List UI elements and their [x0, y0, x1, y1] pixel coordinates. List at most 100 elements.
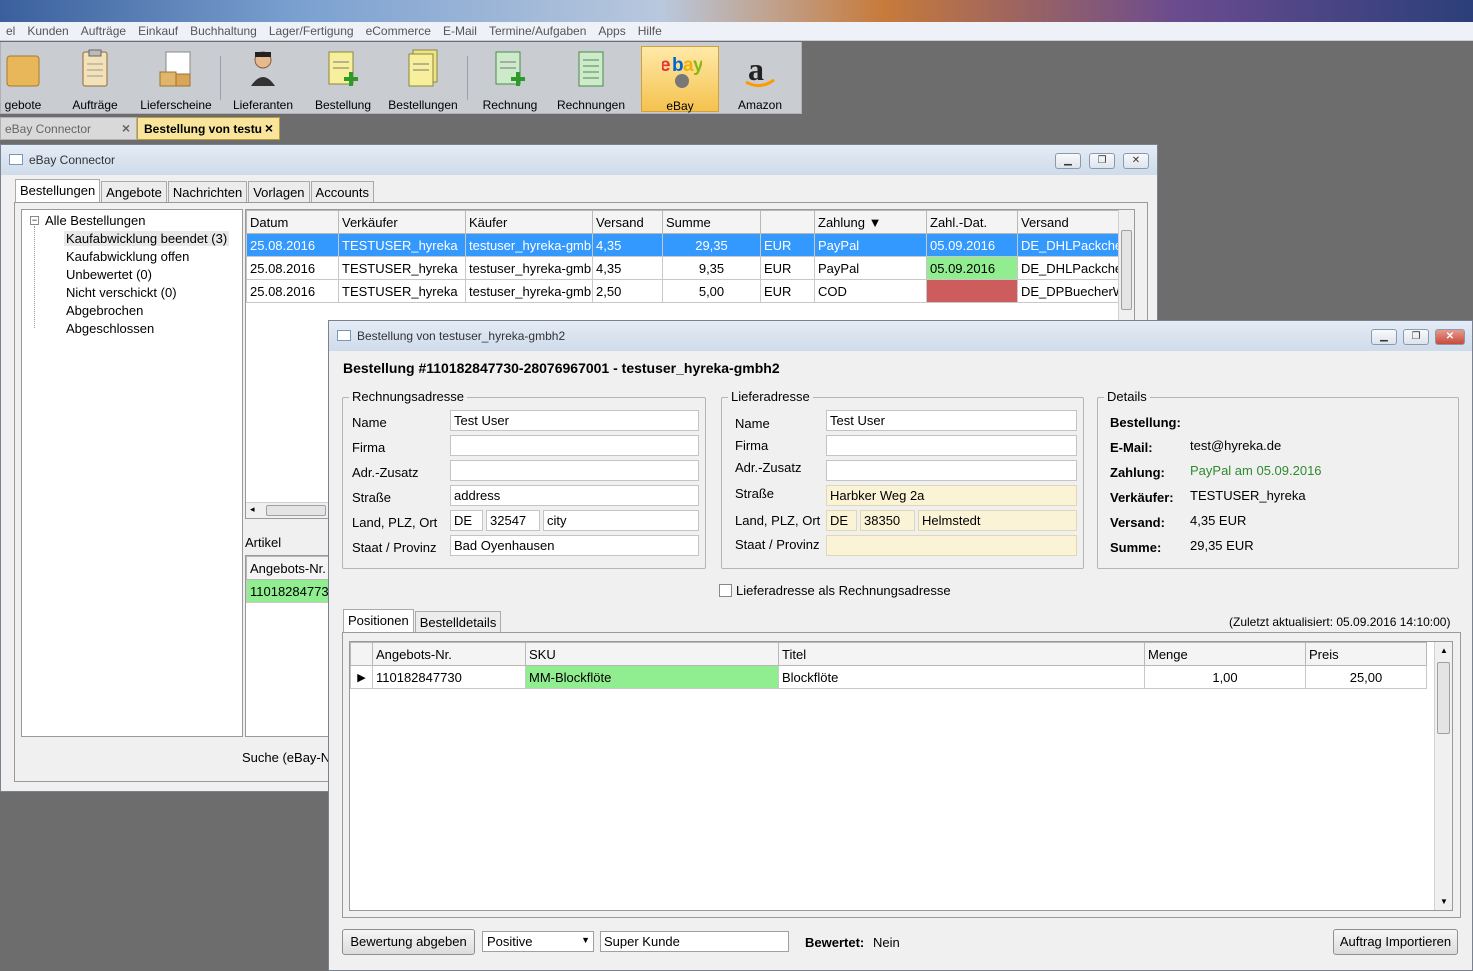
shipping-strasse-field[interactable]: Harbker Weg 2a — [826, 485, 1077, 506]
order-filter-tree: − Alle Bestellungen Kaufabwicklung beend… — [21, 209, 243, 737]
tree-root[interactable]: Alle Bestellungen — [45, 213, 145, 228]
table-row[interactable]: ▶ 110182847730 MM-Blockflöte Blockflöte … — [350, 665, 1427, 689]
col-sku[interactable]: SKU — [525, 642, 779, 666]
shipping-staat-label: Staat / Provinz — [735, 537, 820, 552]
billing-firma-field[interactable] — [450, 435, 699, 456]
tree-item-nicht-verschickt[interactable]: Nicht verschickt (0) — [66, 285, 177, 300]
toolbar-amazon-button[interactable]: a Amazon — [720, 46, 800, 112]
rating-comment-input[interactable]: Super Kunde — [600, 931, 789, 952]
billing-name-label: Name — [352, 415, 387, 430]
doc-tab-label: eBay Connector — [5, 122, 92, 136]
col-datum[interactable]: Datum — [246, 210, 339, 234]
cell-versandart: DE_DHLPackchen — [1017, 233, 1127, 257]
clipboard-icon — [82, 49, 108, 87]
menu-item-auftraege[interactable]: Aufträge — [75, 22, 132, 40]
billing-plz-field[interactable]: 32547 — [486, 510, 540, 531]
rating-select[interactable]: Positive ▼ — [482, 931, 594, 952]
cell-sku: MM-Blockflöte — [525, 665, 779, 689]
toolbar-bestellung-button[interactable]: Bestellung — [303, 46, 383, 112]
col-preis[interactable]: Preis — [1305, 642, 1427, 666]
shipping-land-field[interactable]: DE — [826, 510, 857, 531]
menu-item-lager[interactable]: Lager/Fertigung — [263, 22, 360, 40]
cell-angebots-nr: 110182847730 — [372, 665, 526, 689]
menu-item-email[interactable]: E-Mail — [437, 22, 483, 40]
menu-item-partial[interactable]: el — [0, 22, 21, 40]
toolbar-lieferanten-button[interactable]: Lieferanten — [223, 46, 303, 112]
close-icon[interactable]: ✕ — [1123, 153, 1149, 169]
collapse-icon[interactable]: − — [30, 216, 39, 225]
window-titlebar: eBay Connector ▁ ❐ ✕ — [1, 145, 1157, 175]
menu-item-kunden[interactable]: Kunden — [21, 22, 74, 40]
tree-item-offen[interactable]: Kaufabwicklung offen — [66, 249, 189, 264]
maximize-icon[interactable]: ❐ — [1403, 329, 1429, 345]
col-versand[interactable]: Versand — [592, 210, 663, 234]
billing-land-field[interactable]: DE — [450, 510, 483, 531]
col-zahlung[interactable]: Zahlung ▼ — [814, 210, 927, 234]
col-kaeufer[interactable]: Käufer — [465, 210, 593, 234]
menu-item-termine[interactable]: Termine/Aufgaben — [483, 22, 592, 40]
col-versandart[interactable]: Versand — [1017, 210, 1127, 234]
cell-summe: 9,35 — [662, 256, 761, 280]
positions-vscroll[interactable]: ▲ ▼ — [1434, 642, 1452, 910]
billing-staat-field[interactable]: Bad Oyenhausen — [450, 535, 699, 556]
toolbar-lieferscheine-button[interactable]: Lieferscheine — [136, 46, 216, 112]
tree-item-beendet[interactable]: Kaufabwicklung beendet (3) — [64, 231, 230, 246]
menu-item-buchhaltung[interactable]: Buchhaltung — [184, 22, 263, 40]
doc-tab-ebay-connector[interactable]: eBay Connector × — [0, 117, 137, 140]
rate-button[interactable]: Bewertung abgeben — [342, 929, 475, 955]
table-row[interactable]: 25.08.2016 TESTUSER_hyreka testuser_hyre… — [246, 256, 1127, 280]
close-icon[interactable]: × — [265, 120, 273, 136]
col-angebots-nr[interactable]: Angebots-Nr. — [372, 642, 526, 666]
tab-positionen[interactable]: Positionen — [343, 609, 414, 633]
toolbar-rechnung-button[interactable]: Rechnung — [470, 46, 550, 112]
toolbar-ebay-button[interactable]: ebay eBay — [641, 46, 719, 113]
import-order-button[interactable]: Auftrag Importieren — [1333, 929, 1458, 955]
toolbar-rechnungen-button[interactable]: Rechnungen — [551, 46, 631, 112]
scroll-thumb[interactable] — [1121, 230, 1132, 310]
table-row[interactable]: 25.08.2016 TESTUSER_hyreka testuser_hyre… — [246, 279, 1127, 303]
minimize-icon[interactable]: ▁ — [1371, 329, 1397, 345]
tree-item-abgeschlossen[interactable]: Abgeschlossen — [66, 321, 154, 336]
toolbar-auftraege-button[interactable]: Aufträge — [55, 46, 135, 112]
col-zahl-dat[interactable]: Zahl.-Dat. — [926, 210, 1018, 234]
col-currency[interactable] — [760, 210, 815, 234]
menu-item-hilfe[interactable]: Hilfe — [632, 22, 668, 40]
toolbar-bestellungen-label: Bestellungen — [388, 98, 458, 112]
shipping-firma-field[interactable] — [826, 435, 1077, 456]
menu-item-ecommerce[interactable]: eCommerce — [360, 22, 437, 40]
tree-item-unbewertet[interactable]: Unbewertet (0) — [66, 267, 152, 282]
positions-grid: Angebots-Nr. SKU Titel Menge Preis ▶ 110… — [349, 641, 1453, 911]
shipping-ort-field[interactable]: Helmstedt — [918, 510, 1077, 531]
close-icon[interactable]: ✕ — [1435, 329, 1465, 345]
scroll-thumb[interactable] — [266, 505, 326, 516]
same-address-label: Lieferadresse als Rechnungsadresse — [736, 583, 951, 598]
shipping-plz-field[interactable]: 38350 — [860, 510, 915, 531]
tab-bestellungen[interactable]: Bestellungen — [15, 179, 101, 203]
billing-strasse-field[interactable]: address — [450, 485, 699, 506]
maximize-icon[interactable]: ❐ — [1089, 153, 1115, 169]
col-summe[interactable]: Summe — [662, 210, 761, 234]
billing-zusatz-field[interactable] — [450, 460, 699, 481]
scroll-thumb[interactable] — [1437, 662, 1450, 734]
billing-name-field[interactable]: Test User — [450, 410, 699, 431]
col-verkaeufer[interactable]: Verkäufer — [338, 210, 466, 234]
shipping-name-field[interactable]: Test User — [826, 410, 1077, 431]
menu-item-einkauf[interactable]: Einkauf — [132, 22, 184, 40]
details-zahlung-value: PayPal am 05.09.2016 — [1190, 463, 1322, 478]
billing-ort-field[interactable]: city — [543, 510, 699, 531]
close-icon[interactable]: × — [122, 120, 130, 136]
shipping-zusatz-field[interactable] — [826, 460, 1077, 481]
cell-currency: EUR — [760, 256, 815, 280]
doc-tab-bestellung[interactable]: Bestellung von testu × — [137, 117, 280, 140]
menu-item-apps[interactable]: Apps — [592, 22, 631, 40]
same-address-checkbox[interactable] — [719, 584, 732, 597]
toolbar-angebote-button[interactable]: gebote — [0, 46, 63, 112]
tree-item-abgebrochen[interactable]: Abgebrochen — [66, 303, 143, 318]
minimize-icon[interactable]: ▁ — [1055, 153, 1081, 169]
toolbar-bestellungen-button[interactable]: Bestellungen — [383, 46, 463, 112]
table-row[interactable]: 25.08.2016 TESTUSER_hyreka testuser_hyre… — [246, 233, 1127, 257]
details-bestellung-label: Bestellung: — [1110, 415, 1181, 430]
col-menge[interactable]: Menge — [1144, 642, 1306, 666]
col-titel[interactable]: Titel — [778, 642, 1145, 666]
shipping-staat-field[interactable] — [826, 535, 1077, 556]
